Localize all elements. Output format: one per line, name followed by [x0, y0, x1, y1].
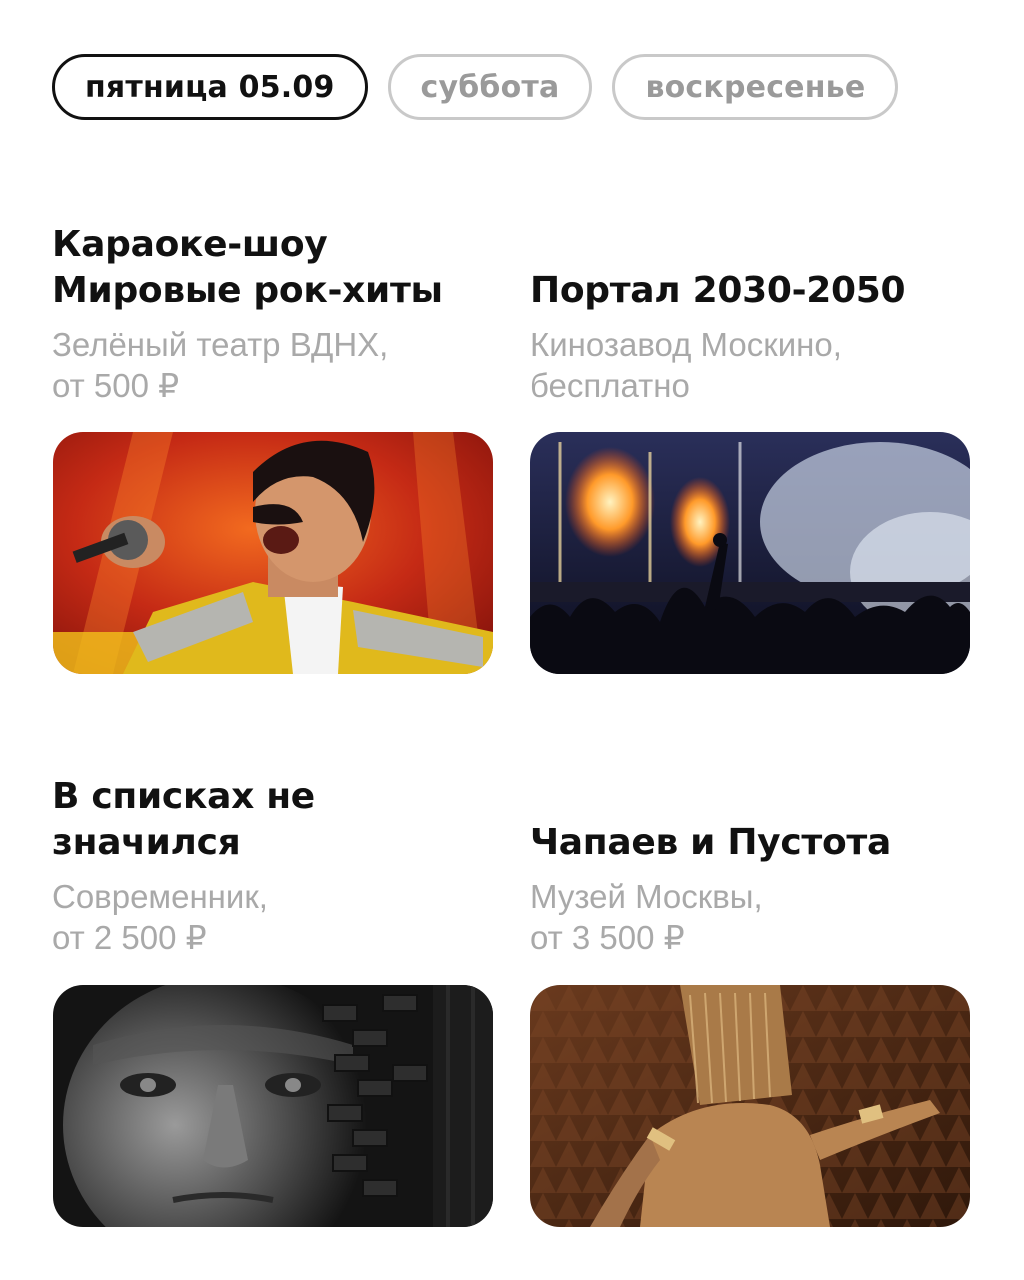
event-price: от 3 500 ₽	[530, 919, 685, 956]
event-title-line: Караоке-шоу	[52, 224, 328, 265]
event-title-line: Портал 2030-2050	[530, 270, 906, 311]
karaoke-singer-image	[53, 432, 493, 674]
karaoke-singer-photo[interactable]	[53, 432, 493, 674]
performer-photo[interactable]	[530, 985, 970, 1227]
actor-portrait-image	[53, 985, 493, 1227]
event-price: от 500 ₽	[52, 367, 180, 404]
event-card-karaoke[interactable]: Караоке-шоу Мировые рок-хиты Зелёный теа…	[52, 222, 494, 406]
event-venue: Современник,	[52, 878, 268, 915]
performer-image	[530, 985, 970, 1227]
event-meta: Музей Москвы, от 3 500 ₽	[530, 876, 972, 958]
concert-crowd-photo[interactable]	[530, 432, 970, 674]
event-card-portal[interactable]: Портал 2030-2050 Кинозавод Москино, бесп…	[530, 268, 972, 406]
event-title-line: Мировые рок-хиты	[52, 270, 443, 311]
event-meta: Зелёный театр ВДНХ, от 500 ₽	[52, 324, 494, 406]
event-meta: Кинозавод Москино, бесплатно	[530, 324, 972, 406]
event-title: Чапаев и Пустота	[530, 820, 972, 866]
event-title: Портал 2030-2050	[530, 268, 972, 314]
day-tabs: пятница 05.09 суббота воскресенье	[52, 54, 899, 120]
event-title: Караоке-шоу Мировые рок-хиты	[52, 222, 494, 314]
event-price: бесплатно	[530, 367, 690, 404]
tab-saturday[interactable]: суббота	[387, 54, 593, 120]
event-card-v-spiskah[interactable]: В списках не значился Современник, от 2 …	[52, 774, 494, 958]
event-venue: Кинозавод Москино,	[530, 326, 842, 363]
event-title: В списках не значился	[52, 774, 494, 866]
concert-crowd-image	[530, 432, 970, 674]
tab-friday[interactable]: пятница 05.09	[52, 54, 368, 120]
actor-portrait-photo[interactable]	[53, 985, 493, 1227]
event-title-line: значился	[52, 822, 241, 863]
event-venue: Зелёный театр ВДНХ,	[52, 326, 389, 363]
event-price: от 2 500 ₽	[52, 919, 207, 956]
event-title-line: Чапаев и Пустота	[530, 822, 891, 863]
tab-sunday[interactable]: воскресенье	[612, 54, 899, 120]
event-card-chapaev[interactable]: Чапаев и Пустота Музей Москвы, от 3 500 …	[530, 820, 972, 958]
event-title-line: В списках не	[52, 776, 315, 817]
event-venue: Музей Москвы,	[530, 878, 763, 915]
event-meta: Современник, от 2 500 ₽	[52, 876, 494, 958]
